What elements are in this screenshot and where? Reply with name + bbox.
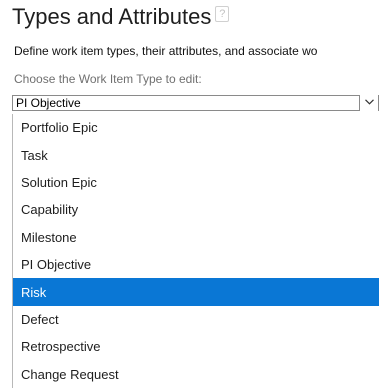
dropdown-option-pi-objective[interactable]: PI Objective [13, 251, 379, 278]
chevron-down-icon [365, 99, 374, 105]
dropdown-option-change-request[interactable]: Change Request [13, 361, 379, 388]
select-current-value: PI Objective [16, 96, 81, 110]
dropdown-option-defect[interactable]: Defect [13, 306, 379, 333]
dropdown-option-solution-epic[interactable]: Solution Epic [13, 169, 379, 196]
page-description: Define work item types, their attributes… [14, 44, 318, 58]
dropdown-toggle-button[interactable] [359, 95, 379, 111]
dropdown-option-milestone[interactable]: Milestone [13, 224, 379, 251]
work-item-type-select[interactable]: PI Objective [12, 95, 379, 111]
help-icon[interactable]: ? [215, 6, 230, 22]
dropdown-option-risk[interactable]: Risk [13, 278, 379, 306]
dropdown-option-task[interactable]: Task [13, 141, 379, 168]
dropdown-option-capability[interactable]: Capability [13, 196, 379, 223]
page-title: Types and Attributes ? [12, 0, 230, 34]
dropdown-option-portfolio-epic[interactable]: Portfolio Epic [13, 114, 379, 141]
work-item-type-label: Choose the Work Item Type to edit: [14, 72, 202, 86]
page-title-text: Types and Attributes [12, 4, 212, 29]
work-item-type-dropdown-list: Portfolio Epic Task Solution Epic Capabi… [12, 114, 379, 388]
dropdown-option-retrospective[interactable]: Retrospective [13, 333, 379, 360]
